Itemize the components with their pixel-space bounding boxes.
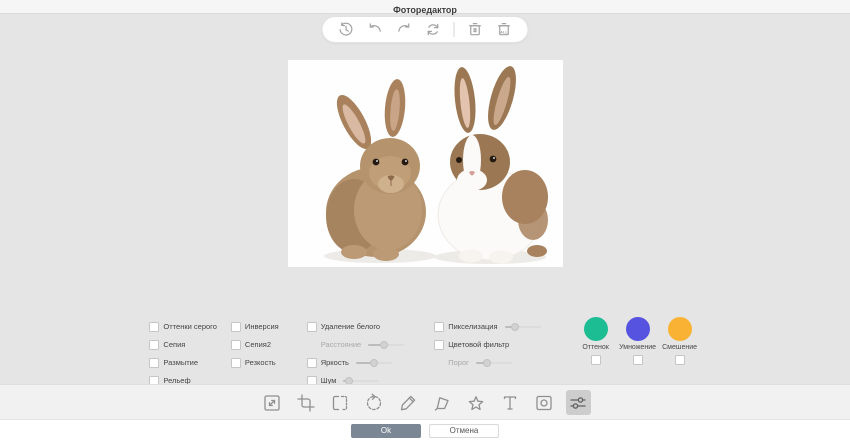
resize-tool-icon[interactable] bbox=[260, 390, 285, 415]
filter-invert: Инверсия bbox=[231, 320, 279, 333]
multiply-blend: Умножение bbox=[617, 317, 659, 365]
pixelate-slider-knob[interactable] bbox=[511, 323, 519, 331]
remove-white-label: Удаление белого bbox=[321, 322, 380, 331]
hue-blend: Оттенок bbox=[575, 317, 617, 365]
sepia-checkbox[interactable] bbox=[149, 340, 159, 350]
threshold-slider[interactable] bbox=[476, 362, 512, 364]
multiply-color-circle[interactable] bbox=[626, 317, 650, 341]
hue-color-circle[interactable] bbox=[584, 317, 608, 341]
distance-slider-knob[interactable] bbox=[380, 341, 388, 349]
brightness-label: Яркость bbox=[321, 358, 349, 367]
multiply-label: Умножение bbox=[619, 344, 656, 351]
hue-checkbox[interactable] bbox=[591, 355, 601, 365]
two-rabbits-illustration bbox=[288, 60, 563, 267]
threshold-slider-knob[interactable] bbox=[483, 359, 491, 367]
invert-label: Инверсия bbox=[245, 322, 279, 331]
blur-checkbox[interactable] bbox=[149, 358, 159, 368]
canvas-image bbox=[288, 60, 563, 267]
pixelate-checkbox[interactable] bbox=[434, 322, 444, 332]
pixelate-label: Пикселизация bbox=[448, 322, 497, 331]
grayscale-checkbox[interactable] bbox=[149, 322, 159, 332]
redo-icon[interactable] bbox=[396, 21, 413, 38]
noise-slider[interactable] bbox=[343, 380, 379, 382]
mix-color-circle[interactable] bbox=[668, 317, 692, 341]
threshold-label: Порог bbox=[448, 358, 469, 367]
color-filter-row: Цветовой фильтр bbox=[434, 338, 540, 351]
mix-blend: Смешение bbox=[659, 317, 701, 365]
brightness-checkbox[interactable] bbox=[307, 358, 317, 368]
window-title: Фоторедактор bbox=[393, 5, 457, 15]
toggle-column-1: Оттенки серого Сепия Размытие Рельеф bbox=[149, 320, 217, 387]
footer: Ok Отмена bbox=[0, 419, 850, 440]
distance-label: Расстояние bbox=[321, 340, 362, 349]
undo-icon[interactable] bbox=[367, 21, 384, 38]
remove-white-checkbox[interactable] bbox=[307, 322, 317, 332]
sharpen-label: Резкость bbox=[245, 358, 276, 367]
hue-label: Оттенок bbox=[582, 344, 609, 351]
titlebar: Фоторедактор bbox=[0, 0, 850, 14]
slider-column-2: Пикселизация Цветовой фильтр Порог bbox=[434, 320, 540, 369]
svg-text:ALL: ALL bbox=[500, 29, 508, 34]
history-toolbar: ALL bbox=[322, 16, 529, 43]
rotate-tool-icon[interactable] bbox=[362, 390, 387, 415]
filters-panel: Оттенки серого Сепия Размытие Рельеф Инв… bbox=[0, 320, 850, 387]
reset-icon[interactable] bbox=[425, 21, 442, 38]
blend-colors: Оттенок Умножение Смешение bbox=[575, 320, 701, 365]
multiply-checkbox[interactable] bbox=[633, 355, 643, 365]
filter-sharpen: Резкость bbox=[231, 356, 279, 369]
clear-icon[interactable] bbox=[467, 21, 484, 38]
cancel-button[interactable]: Отмена bbox=[429, 424, 499, 438]
color-filter-checkbox[interactable] bbox=[434, 340, 444, 350]
distance-row: Расстояние bbox=[307, 338, 405, 351]
filter-sepia2: Сепия2 bbox=[231, 338, 279, 351]
crop-tool-icon[interactable] bbox=[294, 390, 319, 415]
ok-button[interactable]: Ok bbox=[351, 424, 421, 438]
color-filter-label: Цветовой фильтр bbox=[448, 340, 509, 349]
invert-checkbox[interactable] bbox=[231, 322, 241, 332]
toggle-column-2: Инверсия Сепия2 Резкость bbox=[231, 320, 279, 369]
tools-toolbar bbox=[0, 384, 850, 420]
toolbar-divider bbox=[454, 22, 455, 37]
filter-blur: Размытие bbox=[149, 356, 217, 369]
filter-sepia: Сепия bbox=[149, 338, 217, 351]
distance-slider[interactable] bbox=[368, 344, 404, 346]
photo-editor-window: Фоторедактор bbox=[0, 0, 850, 440]
frame-tool-icon[interactable] bbox=[532, 390, 557, 415]
grayscale-label: Оттенки серого bbox=[163, 322, 217, 331]
sharpen-checkbox[interactable] bbox=[231, 358, 241, 368]
sepia-label: Сепия bbox=[163, 340, 185, 349]
clear-all-icon[interactable]: ALL bbox=[496, 21, 513, 38]
mix-checkbox[interactable] bbox=[675, 355, 685, 365]
brightness-row: Яркость bbox=[307, 356, 405, 369]
brightness-slider[interactable] bbox=[356, 362, 392, 364]
mix-label: Смешение bbox=[662, 344, 697, 351]
threshold-row: Порог bbox=[434, 356, 540, 369]
slider-column-1: Удаление белого Расстояние Яркость Шум bbox=[307, 320, 405, 387]
pixelate-slider[interactable] bbox=[505, 326, 541, 328]
filter-grayscale: Оттенки серого bbox=[149, 320, 217, 333]
text-tool-icon[interactable] bbox=[498, 390, 523, 415]
pencil-tool-icon[interactable] bbox=[396, 390, 421, 415]
brightness-slider-knob[interactable] bbox=[370, 359, 378, 367]
sepia2-checkbox[interactable] bbox=[231, 340, 241, 350]
filter-remove-white: Удаление белого bbox=[307, 320, 405, 333]
sepia2-label: Сепия2 bbox=[245, 340, 271, 349]
history-icon[interactable] bbox=[338, 21, 355, 38]
star-tool-icon[interactable] bbox=[464, 390, 489, 415]
blur-label: Размытие bbox=[163, 358, 198, 367]
pixelate-row: Пикселизация bbox=[434, 320, 540, 333]
flip-tool-icon[interactable] bbox=[328, 390, 353, 415]
adjust-tool-icon[interactable] bbox=[566, 390, 591, 415]
shape-tool-icon[interactable] bbox=[430, 390, 455, 415]
